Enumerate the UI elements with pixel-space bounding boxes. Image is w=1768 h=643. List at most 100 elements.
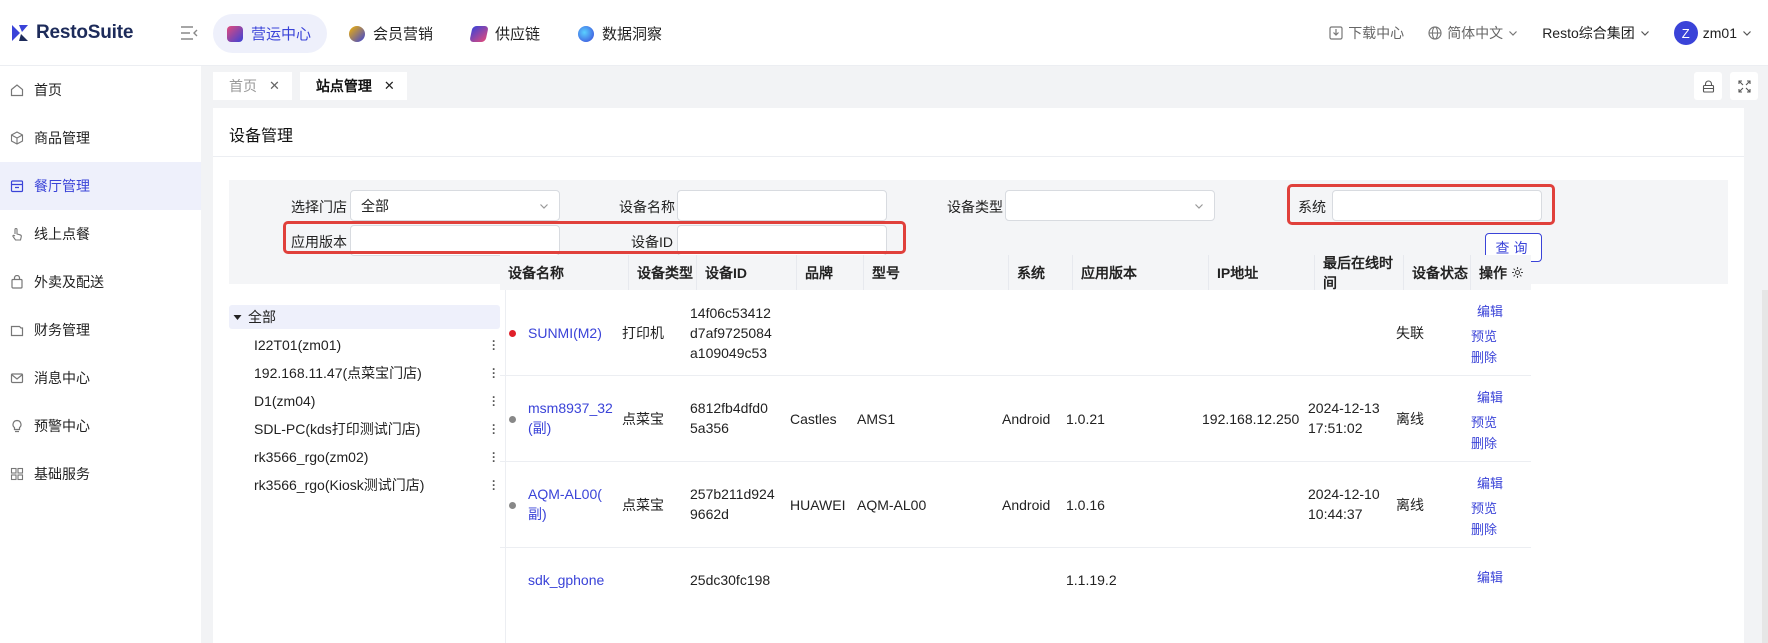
col-last-online: 最后在线时间 [1315, 255, 1404, 291]
table-header: 设备名称 设备类型 设备ID 品牌 型号 系统 应用版本 IP地址 最后在线时间… [500, 255, 1531, 291]
delete-link[interactable]: 删除 [1464, 433, 1503, 454]
sidebar-item-products[interactable]: 商品管理 [0, 114, 201, 162]
user-menu[interactable]: Z zm01 [1673, 21, 1752, 45]
tree-node[interactable]: rk3566_rgo(Kiosk测试门店) · · · [229, 471, 500, 499]
store-select-value: 全部 [361, 197, 389, 214]
sidebar-item-label: 外卖及配送 [34, 274, 104, 290]
sidebar-item-alerts[interactable]: 预警中心 [0, 402, 201, 450]
device-id-line: 257b211d924 [690, 486, 775, 502]
collapse-menu-icon[interactable] [180, 25, 198, 41]
nav-item-label: 数据洞察 [602, 26, 663, 43]
chevron-down-icon [1195, 204, 1203, 209]
tree-node[interactable]: I22T01(zm01) · · · [229, 331, 500, 359]
last-online-time: 2024-12-10 10:44:37 [1308, 484, 1380, 524]
preview-link[interactable]: 预览 [1464, 498, 1503, 519]
more-options-icon[interactable]: · · · [488, 419, 500, 439]
tab-home[interactable]: 首页 ✕ [213, 72, 292, 100]
delete-link[interactable]: 删除 [1464, 519, 1503, 540]
more-options-icon[interactable]: · · · [488, 391, 500, 411]
nav-item-supply-chain[interactable]: 供应链 [457, 14, 556, 53]
delete-link[interactable]: 删除 [1464, 347, 1503, 368]
preview-link[interactable]: 预览 [1464, 326, 1503, 347]
sidebar-item-restaurant[interactable]: 餐厅管理 [0, 162, 201, 210]
more-options-icon[interactable]: · · · [488, 335, 500, 355]
top-right-area: 下载中心 简体中文 Resto综合集团 Z zm01 [1329, 18, 1768, 48]
table-row: AQM-AL00( 副) 点菜宝 257b211d924 9662d HUAWE… [500, 462, 1531, 548]
device-type: 打印机 [622, 325, 664, 341]
store-label: 选择门店 [291, 199, 347, 215]
device-name-link[interactable]: SUNMI(M2) [528, 323, 602, 343]
device-name-link[interactable]: AQM-AL00( 副) [528, 484, 602, 524]
more-options-icon[interactable]: · · · [488, 363, 500, 383]
edit-link[interactable]: 编辑 [1477, 567, 1503, 588]
device-type-select[interactable] [1005, 190, 1215, 221]
table-row: msm8937_32 (副) 点菜宝 6812fb4dfd0 5a356 Cas… [500, 376, 1531, 462]
lock-tabs-button[interactable] [1694, 72, 1722, 100]
device-name-input[interactable] [677, 190, 887, 221]
app-version: 1.1.19.2 [1066, 572, 1117, 588]
edit-link[interactable]: 编辑 [1464, 301, 1503, 322]
brand: HUAWEI [790, 497, 846, 513]
status-dot [509, 416, 516, 423]
logo[interactable]: RestoSuite [10, 22, 133, 44]
sidebar-item-delivery[interactable]: 外卖及配送 [0, 258, 201, 306]
fullscreen-button[interactable] [1730, 72, 1758, 100]
tree-node[interactable]: rk3566_rgo(zm02) · · · [229, 443, 500, 471]
sidebar-item-basic-services[interactable]: 基础服务 [0, 450, 201, 498]
col-actions-label: 操作 [1479, 264, 1507, 281]
restosuite-logo-icon [12, 25, 28, 41]
close-icon[interactable]: ✕ [269, 78, 280, 94]
grid-icon [10, 467, 24, 481]
highlight-box-system [1287, 184, 1555, 225]
store-select[interactable]: 全部 [350, 190, 560, 221]
chevron-down-icon [1743, 31, 1751, 36]
tree-node-label: SDL-PC(kds打印测试门店) [254, 421, 421, 437]
edit-link[interactable]: 编辑 [1464, 473, 1503, 494]
model: AMS1 [857, 411, 896, 427]
col-actions: 操作 [1471, 255, 1531, 290]
globe-icon [1428, 26, 1442, 40]
device-status: 失联 [1396, 325, 1424, 341]
scrollbar[interactable] [1762, 290, 1768, 643]
last-online-clock: 17:51:02 [1308, 420, 1363, 436]
sidebar-item-home[interactable]: 首页 [0, 66, 201, 114]
edit-link[interactable]: 编辑 [1464, 387, 1503, 408]
tree-node-label: 192.168.11.47(点菜宝门店) [254, 365, 422, 381]
nav-item-ops-center[interactable]: 营运中心 [213, 14, 328, 53]
more-options-icon[interactable]: · · · [488, 447, 500, 467]
nav-item-data-insight[interactable]: 数据洞察 [564, 14, 678, 53]
download-center-link[interactable]: 下载中心 [1329, 23, 1404, 43]
gear-icon[interactable] [1511, 266, 1524, 279]
table-row: sdk_gphone 25dc30fc198 1.1.19.2 编辑 [500, 548, 1531, 588]
col-app-version: 应用版本 [1073, 255, 1209, 290]
system: Android [1002, 411, 1051, 427]
main-nav: 营运中心 会员营销 供应链 数据洞察 [213, 14, 678, 53]
close-icon[interactable]: ✕ [384, 78, 395, 94]
tree-root-all[interactable]: 全部 [229, 305, 500, 329]
device-id-line: 5a356 [690, 420, 729, 436]
device-id: 6812fb4dfd0 5a356 [690, 398, 768, 438]
language-label: 简体中文 [1447, 25, 1504, 41]
home-icon [10, 84, 24, 97]
org-label: Resto综合集团 [1542, 25, 1635, 41]
preview-link[interactable]: 预览 [1464, 412, 1503, 433]
tree-node[interactable]: D1(zm04) · · · [229, 387, 500, 415]
org-select[interactable]: Resto综合集团 [1542, 23, 1650, 43]
nav-item-member-marketing[interactable]: 会员营销 [335, 14, 449, 53]
device-name-link[interactable]: msm8937_32 (副) [528, 398, 613, 438]
sidebar-item-finance[interactable]: 财务管理 [0, 306, 201, 354]
table-row: SUNMI(M2) 打印机 14f06c53412 d7af9725084 a1… [500, 290, 1531, 376]
sidebar-item-label: 线上点餐 [34, 226, 90, 242]
language-select[interactable]: 简体中文 [1428, 23, 1518, 43]
col-device-name: 设备名称 [500, 255, 629, 290]
sidebar-item-online-order[interactable]: 线上点餐 [0, 210, 201, 258]
more-options-icon[interactable]: · · · [488, 475, 500, 495]
top-bar: RestoSuite 营运中心 会员营销 供应链 数据洞察 下载中心 简体中文 … [0, 0, 1768, 66]
tab-site-management[interactable]: 站点管理 ✕ [299, 72, 407, 100]
device-name-link[interactable]: sdk_gphone [528, 570, 604, 588]
tree-node[interactable]: SDL-PC(kds打印测试门店) · · · [229, 415, 500, 443]
sidebar-item-messages[interactable]: 消息中心 [0, 354, 201, 402]
sidebar: 首页 商品管理 餐厅管理 线上点餐 外卖及配送 财务管理 消息中心 预警中心 基… [0, 66, 201, 643]
tab-label: 首页 [229, 78, 257, 94]
tree-node[interactable]: 192.168.11.47(点菜宝门店) · · · [229, 359, 500, 387]
